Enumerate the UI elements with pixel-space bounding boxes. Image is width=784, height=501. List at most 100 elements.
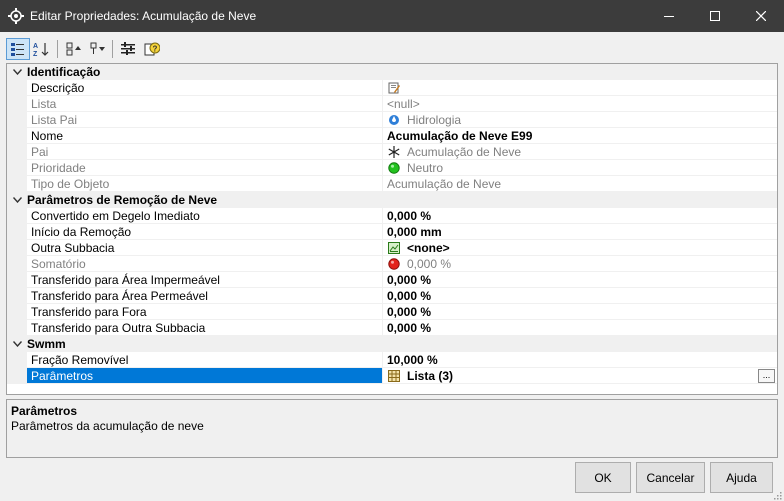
categorized-icon (11, 43, 24, 56)
expand-all-icon (90, 42, 105, 54)
collapse-all-icon (66, 42, 81, 56)
app-icon (8, 8, 24, 24)
property-name: Nome (27, 128, 383, 144)
category-label: Swmm (27, 337, 66, 351)
ellipsis-button[interactable]: ... (758, 369, 775, 383)
property-row-descricao[interactable]: Descrição (7, 80, 777, 96)
property-name: Pai (27, 144, 383, 160)
property-name: Transferido para Outra Subbacia (27, 320, 383, 336)
property-grid: Identificação Descrição Lista <null> Lis… (6, 63, 778, 395)
property-row-lista[interactable]: Lista <null> (7, 96, 777, 112)
title-bar: Editar Propriedades: Acumulação de Neve (0, 0, 784, 32)
property-row-transferido-outra-subbacia[interactable]: Transferido para Outra Subbacia 0,000 % (7, 320, 777, 336)
help-dialog-button[interactable]: Ajuda (710, 462, 773, 493)
cancel-button[interactable]: Cancelar (636, 462, 705, 493)
property-value[interactable]: 0,000 mm (383, 224, 777, 240)
property-value: Acumulação de Neve (383, 144, 777, 160)
property-row-parametros[interactable]: Parâmetros Lista (3) ... (7, 368, 777, 384)
property-row-inicio-remocao[interactable]: Início da Remoção 0,000 mm (7, 224, 777, 240)
alphabetical-sort-icon: AZ (33, 43, 49, 57)
property-value[interactable]: Lista (3) (383, 368, 777, 384)
close-button[interactable] (738, 0, 784, 32)
snowflake-icon (387, 145, 401, 159)
property-row-prioridade[interactable]: Prioridade Neutro (7, 160, 777, 176)
help-icon: ? (144, 42, 160, 56)
minimize-icon (664, 16, 674, 17)
property-name: Descrição (27, 80, 383, 96)
red-dot-icon (387, 257, 401, 271)
ok-button[interactable]: OK (575, 462, 631, 493)
category-parametros-remocao[interactable]: Parâmetros de Remoção de Neve (7, 192, 777, 208)
table-icon (387, 369, 401, 383)
property-name: Lista Pai (27, 112, 383, 128)
svg-text:A: A (33, 43, 38, 50)
property-row-convertido-degelo[interactable]: Convertido em Degelo Imediato 0,000 % (7, 208, 777, 224)
collapse-all-button[interactable] (61, 38, 85, 60)
property-value: <null> (383, 96, 777, 112)
property-value[interactable]: 0,000 % (383, 320, 777, 336)
property-row-outra-subbacia[interactable]: Outra Subbacia <none> (7, 240, 777, 256)
category-label: Identificação (27, 65, 101, 79)
property-name: Fração Removível (27, 352, 383, 368)
property-value[interactable]: 10,000 % (383, 352, 777, 368)
categorized-button[interactable] (6, 38, 30, 60)
description-title: Parâmetros (11, 404, 78, 418)
chevron-down-icon[interactable] (7, 341, 27, 347)
property-row-transferido-fora[interactable]: Transferido para Fora 0,000 % (7, 304, 777, 320)
category-identificacao[interactable]: Identificação (7, 64, 777, 80)
property-row-somatorio[interactable]: Somatório 0,000 % (7, 256, 777, 272)
property-value[interactable]: 0,000 % (383, 272, 777, 288)
property-name: Transferido para Área Impermeável (27, 272, 383, 288)
property-value: Hidrologia (383, 112, 777, 128)
category-swmm[interactable]: Swmm (7, 336, 777, 352)
property-value[interactable]: Acumulação de Neve E99 (383, 128, 777, 144)
property-pages-button[interactable] (116, 38, 140, 60)
property-value[interactable]: 0,000 % (383, 288, 777, 304)
property-name: Lista (27, 96, 383, 112)
alphabetical-button[interactable]: AZ (30, 38, 54, 60)
green-dot-icon (387, 161, 401, 175)
chevron-down-icon[interactable] (7, 197, 27, 203)
window-title: Editar Propriedades: Acumulação de Neve (30, 9, 257, 23)
chevron-down-icon[interactable] (7, 69, 27, 75)
svg-text:?: ? (153, 45, 158, 54)
svg-text:Z: Z (33, 51, 38, 57)
toolbar-separator (112, 40, 113, 58)
edit-note-icon[interactable] (387, 81, 401, 95)
property-row-nome[interactable]: Nome Acumulação de Neve E99 (7, 128, 777, 144)
property-pages-icon (121, 42, 135, 55)
property-value[interactable]: 0,000 % (383, 304, 777, 320)
property-row-fracao-removivel[interactable]: Fração Removível 10,000 % (7, 352, 777, 368)
property-value[interactable]: 0,000 % (383, 208, 777, 224)
subbasin-icon (387, 241, 401, 255)
property-row-pai[interactable]: Pai Acumulação de Neve (7, 144, 777, 160)
description-panel: Parâmetros Parâmetros da acumulação de n… (6, 399, 778, 458)
expand-all-button[interactable] (85, 38, 109, 60)
property-name: Transferido para Fora (27, 304, 383, 320)
property-value[interactable]: <none> (383, 240, 777, 256)
property-name: Transferido para Área Permeável (27, 288, 383, 304)
help-button[interactable]: ? (140, 38, 164, 60)
maximize-icon (710, 11, 720, 21)
property-value: Neutro (383, 160, 777, 176)
property-name: Somatório (27, 256, 383, 272)
maximize-button[interactable] (692, 0, 738, 32)
property-row-tipo-de-objeto[interactable]: Tipo de Objeto Acumulação de Neve (7, 176, 777, 192)
property-row-transferido-permeavel[interactable]: Transferido para Área Permeável 0,000 % (7, 288, 777, 304)
property-value: Acumulação de Neve (383, 176, 777, 192)
property-value: 0,000 % (383, 256, 777, 272)
close-icon (756, 11, 766, 21)
minimize-button[interactable] (646, 0, 692, 32)
category-label: Parâmetros de Remoção de Neve (27, 193, 218, 207)
property-value[interactable] (383, 80, 777, 96)
property-name: Início da Remoção (27, 224, 383, 240)
hydrology-icon (387, 113, 401, 127)
property-toolbar: AZ ? (6, 36, 164, 62)
property-name: Tipo de Objeto (27, 176, 383, 192)
property-row-lista-pai[interactable]: Lista Pai Hidrologia (7, 112, 777, 128)
property-name: Parâmetros (27, 368, 383, 384)
property-row-transferido-impermeavel[interactable]: Transferido para Área Impermeável 0,000 … (7, 272, 777, 288)
description-text: Parâmetros da acumulação de neve (11, 419, 204, 433)
resize-grip-icon[interactable] (772, 489, 782, 500)
property-name: Prioridade (27, 160, 383, 176)
